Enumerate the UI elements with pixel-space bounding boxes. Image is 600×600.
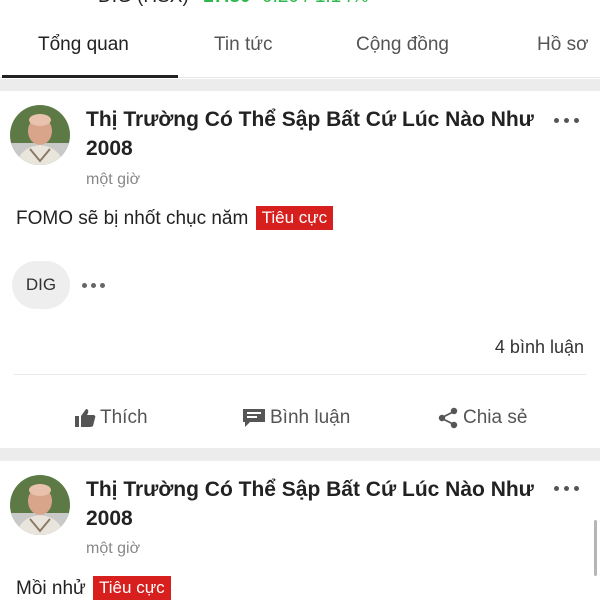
thumbs-up-icon [75, 409, 96, 427]
ticker-price: 17.80 [203, 0, 251, 8]
sentiment-badge: Tiêu cực [93, 576, 171, 600]
ticker-change: 0.20 / 1.14% [262, 0, 369, 8]
post-title[interactable]: Thị Trường Có Thể Sập Bất Cứ Lúc Nào Như… [86, 475, 536, 533]
post-content: FOMO sẽ bị nhốt chục năm Tiêu cực [16, 206, 334, 230]
post-card: Thị Trường Có Thể Sập Bất Cứ Lúc Nào Như… [0, 461, 600, 600]
sentiment-badge: Tiêu cực [255, 206, 334, 230]
avatar[interactable] [10, 475, 70, 535]
tab-profile[interactable]: Hồ sơ [537, 34, 589, 56]
more-tags-icon[interactable] [82, 278, 108, 292]
divider [14, 374, 586, 375]
post-title[interactable]: Thị Trường Có Thể Sập Bất Cứ Lúc Nào Như… [86, 105, 536, 163]
comment-count[interactable]: 4 bình luận [495, 337, 584, 358]
stock-tag-chip[interactable]: DIG [12, 261, 70, 309]
post-text: FOMO sẽ bị nhốt chục năm [16, 208, 249, 229]
scrollbar[interactable] [594, 520, 597, 576]
post-time: một giờ [86, 540, 141, 557]
tab-overview[interactable]: Tổng quan [38, 34, 129, 56]
share-label: Chia sẻ [463, 407, 528, 428]
avatar[interactable] [10, 105, 70, 165]
ticker-symbol: DIG (HSX) [98, 0, 189, 8]
share-button[interactable]: Chia sẻ [437, 407, 527, 429]
comment-icon [243, 409, 265, 427]
tab-community[interactable]: Cộng đồng [356, 34, 449, 56]
tab-bar: Tổng quan Tin tức Cộng đồng Hồ sơ [0, 16, 600, 78]
section-separator [0, 448, 600, 461]
post-text: Mồi nhử [16, 578, 86, 599]
like-button[interactable]: Thích [74, 407, 148, 429]
more-options-icon[interactable] [552, 480, 582, 496]
section-separator [0, 79, 600, 91]
tab-news[interactable]: Tin tức [214, 34, 272, 56]
more-options-icon[interactable] [552, 112, 582, 128]
post-time: một giờ [86, 171, 141, 188]
stock-ticker-bar: DIG (HSX) 17.80 0.20 / 1.14% [0, 0, 600, 8]
comment-button[interactable]: Bình luận [242, 407, 350, 429]
post-content: Mồi nhử Tiêu cực [16, 576, 171, 600]
share-icon [438, 407, 458, 429]
like-label: Thích [100, 407, 148, 428]
comment-label: Bình luận [270, 407, 351, 428]
active-tab-indicator [2, 75, 178, 78]
post-card: Thị Trường Có Thể Sập Bất Cứ Lúc Nào Như… [0, 91, 600, 448]
